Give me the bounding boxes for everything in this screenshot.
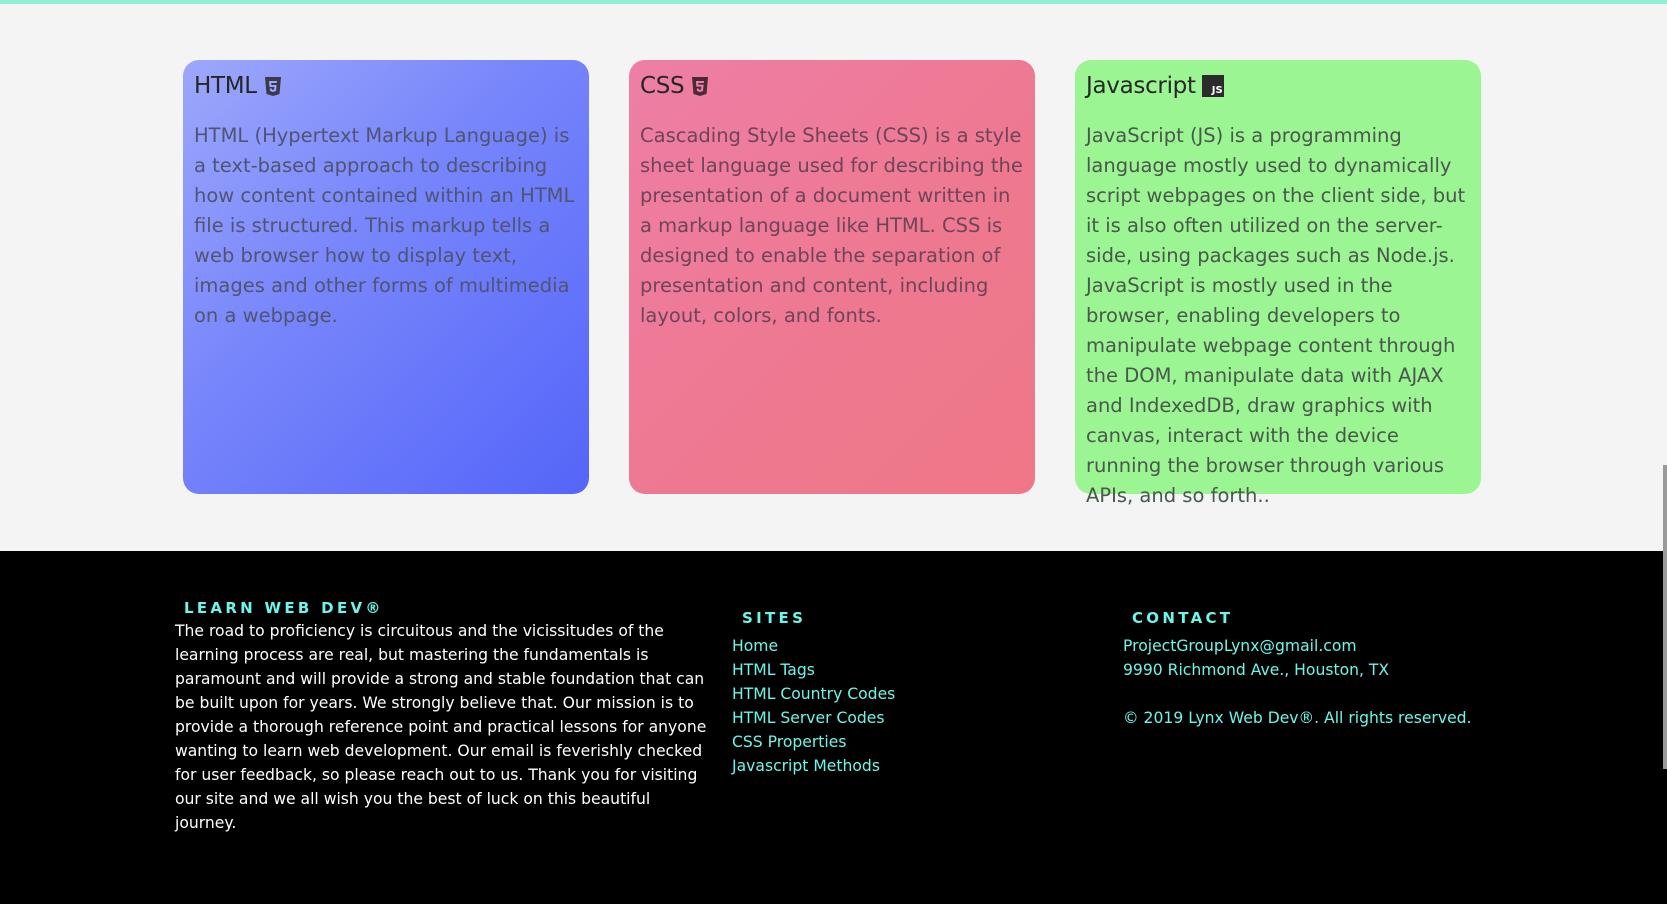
footer-link-html-server-codes[interactable]: HTML Server Codes — [732, 706, 1032, 730]
card-title-text: HTML — [194, 73, 257, 99]
site-footer: LEARN WEB DEV® The road to proficiency i… — [0, 551, 1667, 904]
css-card: CSS Cascading Style Sheets (CSS) is a st… — [629, 60, 1035, 494]
footer-brand-heading: LEARN WEB DEV® — [184, 599, 384, 617]
css3-icon — [690, 75, 710, 97]
footer-contact: CONTACT ProjectGroupLynx@gmail.com 9990 … — [1123, 609, 1523, 730]
footer-sites-heading: SITES — [742, 609, 807, 627]
card-description: Cascading Style Sheets (CSS) is a style … — [640, 124, 1023, 327]
card-description: HTML (Hypertext Markup Language) is a te… — [194, 124, 575, 327]
footer-link-html-tags[interactable]: HTML Tags — [732, 658, 1032, 682]
html-card: HTML HTML (Hypertext Markup Language) is… — [183, 60, 589, 494]
contact-address: 9990 Richmond Ave., Houston, TX — [1123, 661, 1390, 679]
footer-about-text: The road to proficiency is circuitous an… — [175, 622, 707, 832]
page-scrollbar[interactable] — [1663, 465, 1667, 769]
card-title-text: CSS — [640, 73, 685, 99]
card-title: Javascript JS — [1086, 70, 1470, 102]
card-description: JavaScript (JS) is a programming languag… — [1086, 124, 1466, 507]
footer-sites-list: Home HTML Tags HTML Country Codes HTML S… — [732, 634, 1032, 778]
footer-link-html-country-codes[interactable]: HTML Country Codes — [732, 682, 1032, 706]
footer-about: LEARN WEB DEV® The road to proficiency i… — [175, 599, 715, 835]
language-cards: HTML HTML (Hypertext Markup Language) is… — [183, 60, 1483, 507]
card-title: CSS — [640, 70, 1024, 102]
card-title-text: Javascript — [1086, 73, 1196, 99]
footer-link-home[interactable]: Home — [732, 634, 1032, 658]
footer-sites: SITES Home HTML Tags HTML Country Codes … — [732, 609, 1032, 778]
js-icon: JS — [1201, 75, 1224, 97]
html5-icon — [263, 75, 283, 97]
top-accent-bar — [0, 0, 1667, 4]
javascript-card: Javascript JS JavaScript (JS) is a progr… — [1075, 60, 1481, 507]
contact-email-link[interactable]: ProjectGroupLynx@gmail.com — [1123, 634, 1523, 658]
copyright-text: © 2019 Lynx Web Dev®. All rights reserve… — [1123, 709, 1472, 727]
footer-contact-heading: CONTACT — [1132, 609, 1234, 627]
footer-link-css-properties[interactable]: CSS Properties — [732, 730, 1032, 754]
card-title: HTML — [194, 70, 578, 102]
footer-link-javascript-methods[interactable]: Javascript Methods — [732, 754, 1032, 778]
